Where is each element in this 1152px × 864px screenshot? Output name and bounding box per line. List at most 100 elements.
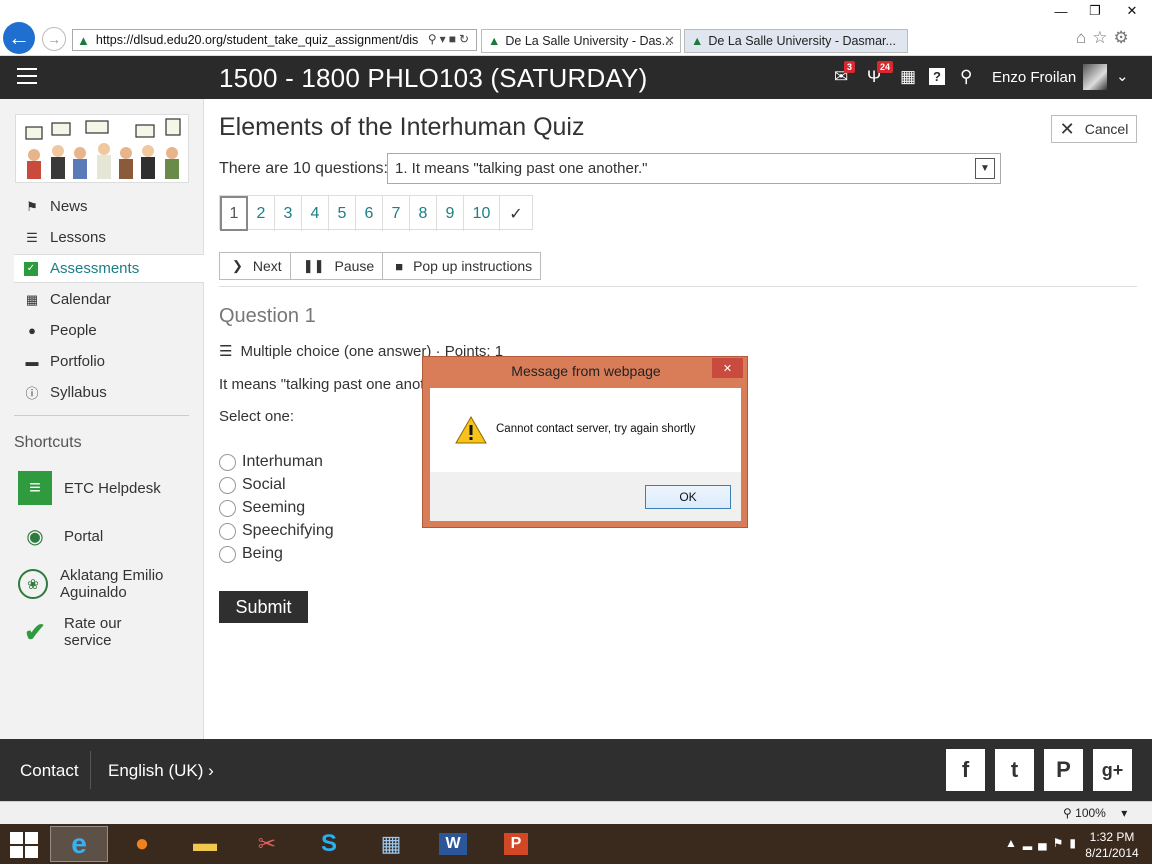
- sidebar-item-portfolio[interactable]: ▬ Portfolio: [14, 347, 204, 376]
- facebook-icon[interactable]: f: [946, 749, 985, 791]
- network-signal-icon[interactable]: ▂▄: [1023, 836, 1053, 850]
- shortcut-rate-service[interactable]: ✔ Rate our service: [18, 615, 198, 649]
- contact-link[interactable]: Contact: [20, 761, 79, 781]
- dialog-close-icon[interactable]: ✕: [712, 358, 743, 378]
- answer-option-being[interactable]: Being: [219, 545, 283, 563]
- snipping-tool-icon[interactable]: ✂: [238, 826, 296, 862]
- file-explorer-icon[interactable]: ▬: [176, 826, 234, 862]
- search-icon[interactable]: ⚲: [428, 32, 440, 46]
- page-link-2[interactable]: 2: [248, 196, 275, 231]
- browser-tab-2[interactable]: ▲ De La Salle University - Dasmar...: [684, 29, 908, 53]
- shortcut-label: ETC Helpdesk: [64, 479, 161, 497]
- radio-button[interactable]: [219, 545, 236, 563]
- popup-instructions-button[interactable]: ■ Pop up instructions: [383, 253, 540, 279]
- restore-icon[interactable]: ❐: [1078, 0, 1112, 22]
- sidebar-item-news[interactable]: ⚑ News: [14, 192, 204, 221]
- taskbar-clock[interactable]: 1:32 PM 8/21/2014: [1082, 829, 1142, 861]
- browser-status-bar: ⚲ 100% ▾: [0, 801, 1152, 824]
- next-button[interactable]: ❯ Next: [220, 253, 291, 279]
- user-name[interactable]: Enzo Froilan: [992, 69, 1076, 86]
- alerts-button[interactable]: Ψ 24: [867, 61, 894, 87]
- next-label: Next: [252, 258, 282, 274]
- question-count-label: There are 10 questions:: [219, 160, 388, 177]
- twitter-icon[interactable]: t: [995, 749, 1034, 791]
- address-tools[interactable]: ⚲▾■↻: [428, 32, 472, 46]
- page-link-7[interactable]: 7: [383, 196, 410, 231]
- page-link-3[interactable]: 3: [275, 196, 302, 231]
- option-label: Social: [242, 476, 286, 493]
- close-tab-icon[interactable]: ✕: [664, 33, 675, 49]
- shortcut-portal[interactable]: ◉ Portal: [18, 519, 198, 553]
- page-link-10[interactable]: 10: [464, 196, 500, 231]
- radio-button[interactable]: [219, 522, 236, 540]
- favorites-star-icon[interactable]: ☆: [1092, 28, 1113, 47]
- address-bar[interactable]: ▲ https://dlsud.edu20.org/student_take_q…: [72, 29, 477, 51]
- question-select[interactable]: 1. It means "talking past one another." …: [387, 153, 1001, 184]
- dropdown-icon[interactable]: ▾: [440, 32, 449, 46]
- home-icon[interactable]: ⌂: [1076, 28, 1092, 47]
- windows-start-icon[interactable]: [10, 832, 38, 858]
- help-icon[interactable]: ?: [929, 68, 945, 85]
- shortcut-etc-helpdesk[interactable]: ≡ ETC Helpdesk: [18, 471, 198, 505]
- answer-option-interhuman[interactable]: Interhuman: [219, 453, 323, 471]
- pause-icon: ❚❚: [302, 258, 325, 273]
- zoom-control[interactable]: ⚲ 100% ▾: [1063, 806, 1127, 820]
- back-button[interactable]: ←: [3, 22, 35, 54]
- close-icon[interactable]: ✕: [1112, 0, 1152, 22]
- radio-button[interactable]: [219, 499, 236, 517]
- answer-option-seeming[interactable]: Seeming: [219, 499, 305, 517]
- chevron-down-icon[interactable]: ⌄: [1116, 67, 1129, 85]
- sidebar-divider: [14, 415, 189, 416]
- tray-expand-icon[interactable]: ▲: [1005, 836, 1023, 850]
- page-link-4[interactable]: 4: [302, 196, 329, 231]
- sidebar-item-syllabus[interactable]: ⓘ Syllabus: [14, 378, 204, 407]
- cancel-button[interactable]: ✕ Cancel: [1051, 115, 1137, 143]
- sidebar-item-lessons[interactable]: ☰ Lessons: [14, 223, 204, 252]
- clock-time: 1:32 PM: [1089, 830, 1135, 844]
- skype-icon[interactable]: S: [300, 826, 358, 862]
- sidebar-item-label: Calendar: [50, 291, 111, 308]
- forward-button[interactable]: →: [42, 27, 66, 51]
- language-selector[interactable]: English (UK) ›: [108, 761, 214, 781]
- ok-button[interactable]: OK: [645, 485, 731, 509]
- internet-explorer-icon[interactable]: e: [50, 826, 108, 862]
- sidebar-item-calendar[interactable]: ▦ Calendar: [14, 285, 204, 314]
- word-icon[interactable]: W: [424, 826, 482, 862]
- powerpoint-icon[interactable]: P: [487, 826, 545, 862]
- question-heading: Question 1: [219, 305, 316, 327]
- hamburger-menu-icon[interactable]: [17, 68, 37, 84]
- pinterest-icon[interactable]: P: [1044, 749, 1083, 791]
- page-link-1[interactable]: 1: [220, 196, 248, 231]
- radio-button[interactable]: [219, 476, 236, 494]
- search-icon[interactable]: ⚲: [960, 67, 972, 87]
- chevron-down-icon[interactable]: ▼: [975, 158, 995, 179]
- firefox-icon[interactable]: ●: [113, 826, 171, 862]
- refresh-icon[interactable]: ↻: [459, 32, 472, 46]
- sidebar-item-assessments[interactable]: ✓ Assessments: [14, 254, 204, 283]
- page-link-5[interactable]: 5: [329, 196, 356, 231]
- messages-button[interactable]: ✉ 3: [834, 61, 856, 87]
- page-link-8[interactable]: 8: [410, 196, 437, 231]
- calendar-grid-icon[interactable]: ▦: [900, 67, 916, 87]
- answer-option-social[interactable]: Social: [219, 476, 286, 494]
- radio-button[interactable]: [219, 453, 236, 471]
- avatar[interactable]: [1083, 64, 1107, 90]
- battery-icon[interactable]: ▮: [1069, 836, 1082, 850]
- answer-option-speechifying[interactable]: Speechifying: [219, 522, 334, 540]
- google-plus-icon[interactable]: g+: [1093, 749, 1132, 791]
- submit-button[interactable]: Submit: [219, 591, 308, 623]
- minimize-icon[interactable]: —: [1044, 0, 1078, 22]
- pause-button[interactable]: ❚❚ Pause: [291, 253, 384, 279]
- alerts-badge: 24: [877, 61, 894, 73]
- finish-check-icon[interactable]: ✓: [500, 196, 532, 231]
- sidebar-item-people[interactable]: ● People: [14, 316, 204, 345]
- browser-tab-1[interactable]: ▲ De La Salle University - Das... ✕: [481, 29, 681, 53]
- settings-gear-icon[interactable]: ⚙: [1114, 28, 1135, 47]
- page-link-9[interactable]: 9: [437, 196, 464, 231]
- control-panel-icon[interactable]: ▦: [362, 826, 420, 862]
- shortcut-library[interactable]: ❀ Aklatang Emilio Aguinaldo: [18, 567, 198, 601]
- sidebar: ⚑ News ☰ Lessons ✓ Assessments ▦ Calenda…: [0, 99, 204, 739]
- flag-icon[interactable]: ⚑: [1053, 836, 1070, 850]
- page-link-6[interactable]: 6: [356, 196, 383, 231]
- site-footer: Contact English (UK) › f t P g+: [0, 739, 1152, 801]
